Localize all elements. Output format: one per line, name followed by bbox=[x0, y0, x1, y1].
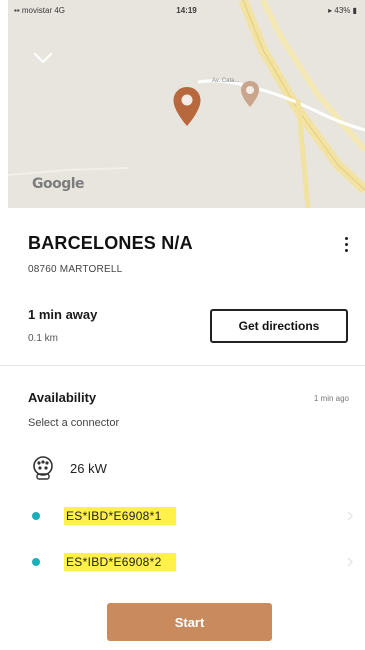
distance-label: 0.1 km bbox=[28, 333, 59, 344]
map-marker-secondary[interactable] bbox=[240, 80, 260, 113]
location-pin-icon bbox=[173, 87, 201, 126]
get-directions-button[interactable]: Get directions bbox=[210, 309, 348, 343]
road-label: Av. Cata... bbox=[212, 78, 240, 84]
station-name: BARCELONES N/A bbox=[28, 233, 193, 253]
battery-indicator: ▸ 43% ▮ bbox=[328, 6, 357, 15]
location-pin-icon bbox=[241, 81, 259, 107]
chevron-right-icon bbox=[347, 557, 354, 567]
connector-option-2[interactable]: ES*IBD*E6908*2 bbox=[28, 548, 358, 576]
availability-title: Availability bbox=[28, 390, 97, 405]
connector-type-row: 26 kW bbox=[30, 453, 107, 483]
power-rating: 26 kW bbox=[70, 460, 107, 476]
kebab-dot bbox=[344, 236, 348, 240]
google-logo: Google bbox=[32, 176, 85, 192]
collapse-map-button[interactable] bbox=[30, 48, 56, 68]
connector-option-1[interactable]: ES*IBD*E6908*1 bbox=[28, 502, 358, 530]
kebab-dot bbox=[344, 242, 348, 246]
status-bar: ▪▪ movistar 4G 14:19 ▸ 43% ▮ bbox=[8, 0, 365, 20]
status-available-dot bbox=[32, 558, 40, 566]
eta-label: 1 min away bbox=[28, 307, 98, 322]
map-marker-selected[interactable] bbox=[172, 86, 202, 133]
kebab-dot bbox=[344, 248, 348, 252]
availability-updated: 1 min ago bbox=[313, 394, 349, 403]
status-available-dot bbox=[32, 512, 40, 520]
chevron-down-icon bbox=[33, 52, 53, 64]
start-charging-button[interactable]: Start bbox=[107, 603, 272, 641]
clock: 14:19 bbox=[176, 6, 197, 15]
more-options-button[interactable] bbox=[336, 232, 356, 256]
map-view[interactable]: ▪▪ movistar 4G 14:19 ▸ 43% ▮ Av. Cata...… bbox=[8, 0, 365, 208]
ccs-plug-icon bbox=[33, 456, 53, 480]
chevron-right-icon bbox=[347, 511, 354, 521]
section-divider bbox=[0, 365, 365, 366]
connector-id: ES*IBD*E6908*1 bbox=[64, 507, 176, 525]
connector-id: ES*IBD*E6908*2 bbox=[64, 553, 176, 571]
station-address: 08760 MARTORELL bbox=[28, 264, 123, 275]
availability-hint: Select a connector bbox=[28, 417, 120, 429]
